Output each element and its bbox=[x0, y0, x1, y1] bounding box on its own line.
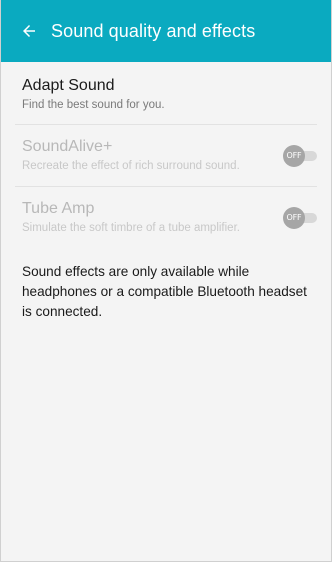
setting-soundalive[interactable]: SoundAlive+ Recreate the effect of rich … bbox=[1, 125, 331, 186]
setting-name: SoundAlive+ bbox=[22, 138, 113, 155]
toggle-knob: OFF bbox=[283, 144, 305, 167]
setting-description: Simulate the soft timbre of a tube ampli… bbox=[22, 222, 240, 234]
setting-name: Adapt Sound bbox=[22, 76, 115, 94]
page-title: Sound quality and effects bbox=[51, 20, 256, 41]
toggle-label: OFF bbox=[286, 213, 302, 222]
setting-description: Recreate the effect of rich surround sou… bbox=[22, 160, 240, 172]
toggle-knob: OFF bbox=[283, 206, 305, 229]
availability-note: Sound effects are only available while h… bbox=[22, 264, 307, 319]
tube-amp-toggle[interactable]: OFF bbox=[283, 206, 317, 229]
back-button[interactable] bbox=[15, 17, 43, 45]
setting-description: Find the best sound for you. bbox=[22, 98, 165, 111]
soundalive-toggle[interactable]: OFF bbox=[283, 144, 317, 167]
arrow-left-icon bbox=[23, 25, 35, 37]
setting-tube-amp[interactable]: Tube Amp Simulate the soft timbre of a t… bbox=[1, 187, 331, 248]
settings-screen: Sound quality and effects Adapt Sound Fi… bbox=[0, 0, 332, 562]
app-bar: Sound quality and effects bbox=[1, 0, 331, 62]
toggle-label: OFF bbox=[286, 151, 302, 160]
setting-name: Tube Amp bbox=[22, 200, 95, 217]
setting-adapt-sound[interactable]: Adapt Sound Find the best sound for you. bbox=[1, 62, 331, 124]
